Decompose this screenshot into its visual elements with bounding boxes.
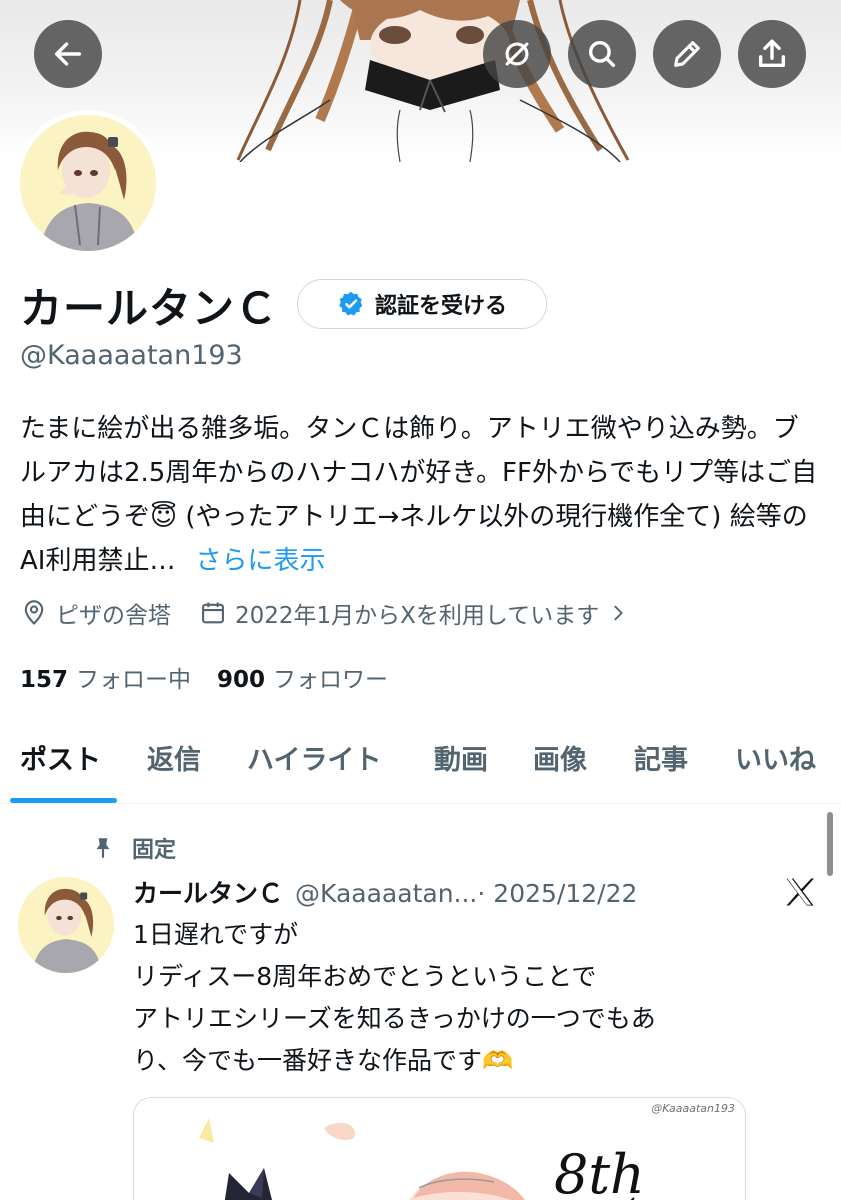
- following-link[interactable]: 157 フォロー中: [20, 660, 191, 694]
- post-date[interactable]: · 2025/12/22: [477, 879, 637, 908]
- following-label: フォロー中: [76, 667, 192, 693]
- grok-icon: [505, 42, 529, 66]
- get-verified-label: 認証を受ける: [374, 294, 507, 319]
- tab-likes[interactable]: いいね: [735, 738, 816, 777]
- verified-badge-icon: [339, 291, 363, 316]
- following-count: 157: [20, 667, 69, 693]
- image-credit: @Kaaaatan193: [651, 1102, 735, 1115]
- bio-text: たまに絵が出る雑多垢。タンＣは飾り。アトリエ微やり込み勢。ブルアカは2.5周年か…: [20, 414, 818, 576]
- profile-tabs: ポスト 返信 ハイライト 動画 画像 記事 いいね: [0, 730, 841, 804]
- active-tab-indicator: [10, 798, 117, 803]
- location-pin-icon: [24, 600, 44, 625]
- avatar-illustration: [18, 877, 114, 973]
- back-button[interactable]: [34, 20, 102, 88]
- follow-stats: 157 フォロー中 900 フォロワー: [20, 660, 388, 694]
- profile-bio: たまに絵が出る雑多垢。タンＣは飾り。アトリエ微やり込み勢。ブルアカは2.5周年か…: [20, 407, 820, 583]
- svg-text:8th: 8th: [554, 1143, 645, 1200]
- back-arrow-icon: [54, 42, 82, 66]
- tab-articles[interactable]: 記事: [634, 738, 688, 777]
- scrollbar[interactable]: [827, 812, 833, 876]
- post-text: 1日遅れですが リディスー8周年おめでとうということで アトリエシリーズを知るき…: [133, 914, 773, 1082]
- followers-link[interactable]: 900 フォロワー: [217, 660, 388, 694]
- followers-label: フォロワー: [273, 667, 389, 693]
- joined-text: 2022年1月からXを利用しています: [235, 603, 600, 629]
- post-line: 1日遅れですが: [133, 920, 299, 949]
- profile-meta: ピザの舎塔 2022年1月からXを利用しています: [20, 596, 657, 630]
- get-verified-button[interactable]: 認証を受ける: [297, 279, 547, 329]
- tab-replies[interactable]: 返信: [147, 738, 201, 777]
- pinned-indicator: 固定: [90, 832, 176, 864]
- share-icon: [758, 39, 786, 68]
- tab-highlights[interactable]: ハイライト: [247, 738, 381, 777]
- calendar-icon: [202, 602, 224, 624]
- post-line: り、今でも一番好きな作品です🫶: [133, 1046, 514, 1075]
- post-author-handle[interactable]: @Kaaaaatan...: [295, 879, 477, 908]
- avatar-illustration: [20, 115, 156, 251]
- grok-button[interactable]: [483, 20, 551, 88]
- search-button[interactable]: [568, 20, 636, 88]
- post-line: アトリエシリーズを知るきっかけの一つでもあ: [133, 1004, 656, 1033]
- search-icon: [588, 40, 616, 68]
- post-author-avatar[interactable]: [18, 877, 114, 973]
- tab-videos[interactable]: 動画: [434, 738, 488, 777]
- chevron-right-icon: [614, 605, 624, 621]
- pin-icon: [96, 838, 110, 858]
- location-text: ピザの舎塔: [56, 603, 171, 629]
- show-more-link[interactable]: さらに表示: [195, 546, 325, 576]
- tab-posts[interactable]: ポスト: [20, 738, 101, 777]
- edit-button[interactable]: [653, 20, 721, 88]
- post-line: リディスー8周年おめでとうということで: [133, 962, 597, 991]
- location-item: ピザの舎塔: [20, 596, 171, 630]
- profile-name: カールタンＣ: [20, 284, 279, 333]
- profile-avatar[interactable]: [15, 110, 161, 256]
- pinned-label: 固定: [132, 838, 177, 863]
- tab-images[interactable]: 画像: [533, 738, 587, 777]
- post-header: カールタンＣ @Kaaaaatan... · 2025/12/22: [133, 874, 637, 910]
- post-author-name[interactable]: カールタンＣ: [133, 874, 283, 910]
- pencil-icon: [674, 41, 700, 67]
- share-button[interactable]: [738, 20, 806, 88]
- joined-item[interactable]: 2022年1月からXを利用しています: [199, 596, 629, 630]
- post-image[interactable]: @Kaaaatan193 8th: [133, 1097, 746, 1200]
- profile-handle: @Kaaaaatan193: [20, 340, 243, 371]
- followers-count: 900: [217, 667, 266, 693]
- x-logo-icon[interactable]: [782, 874, 818, 910]
